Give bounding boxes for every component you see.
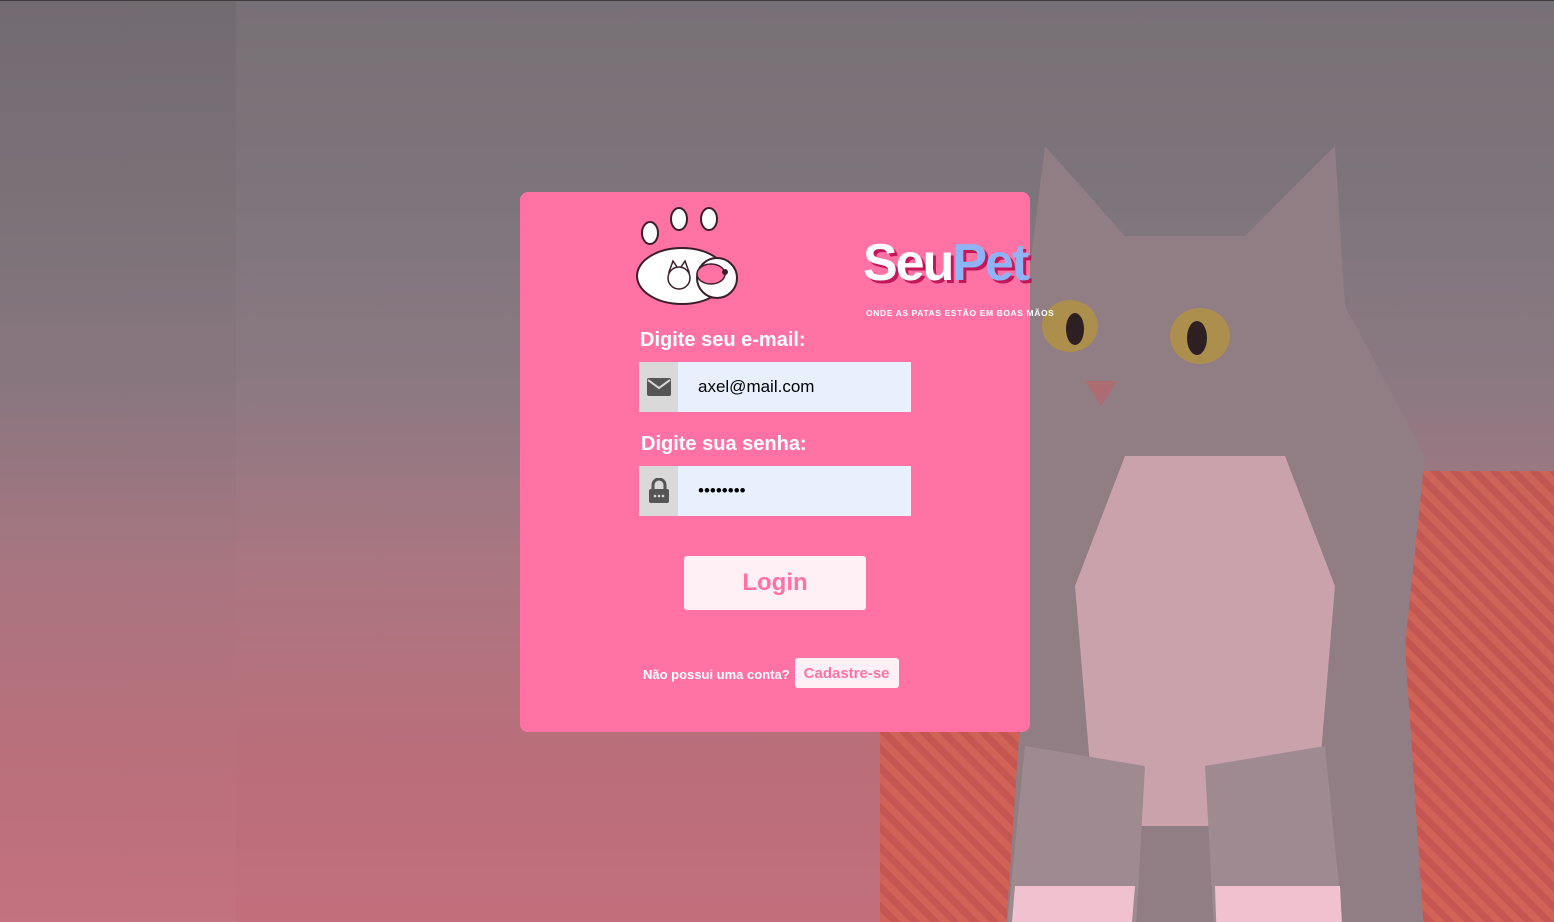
login-card: SeuPet ONDE AS PATAS ESTÃO EM BOAS MÃOS … — [520, 192, 1054, 732]
password-field-group — [639, 466, 911, 516]
email-input[interactable] — [678, 362, 911, 412]
logo-title-pet: Pet — [952, 234, 1029, 292]
email-label: Digite seu e-mail: — [640, 329, 806, 351]
signup-row: Não possui uma conta? Cadastre-se — [643, 658, 899, 688]
logo-tagline: ONDE AS PATAS ESTÃO EM BOAS MÃOS — [866, 308, 1055, 318]
lock-icon — [639, 466, 678, 516]
signup-button[interactable]: Cadastre-se — [794, 658, 899, 688]
password-label: Digite sua senha: — [641, 433, 807, 455]
seupet-logo: SeuPet ONDE AS PATAS ESTÃO EM BOAS MÃOS — [635, 206, 1054, 318]
email-field-group — [639, 362, 911, 412]
login-button[interactable]: Login — [684, 556, 866, 610]
logo-title: SeuPet — [863, 234, 1029, 292]
paw-logo-icon — [636, 207, 738, 305]
envelope-icon — [639, 362, 678, 412]
signup-prompt: Não possui uma conta? — [643, 667, 790, 682]
password-input[interactable] — [678, 466, 911, 516]
logo-title-seu: Seu — [863, 234, 954, 292]
